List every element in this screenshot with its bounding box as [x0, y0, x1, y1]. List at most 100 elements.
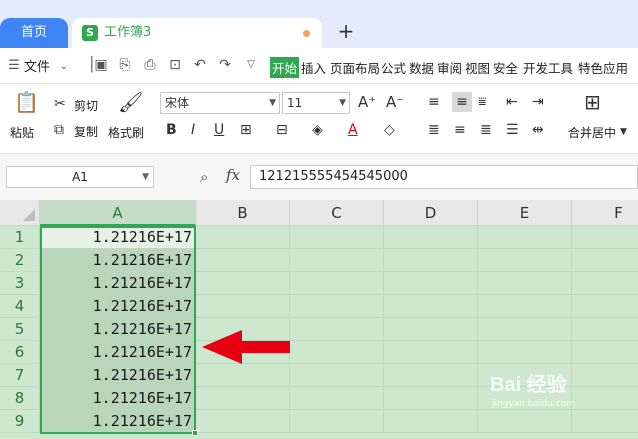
fx-icon[interactable]: fx [226, 166, 240, 184]
cell-a[interactable]: 1.21216E+17 [40, 318, 196, 341]
name-box[interactable]: A1 ▼ [6, 166, 154, 188]
hamburger-icon[interactable]: ☰ [6, 58, 22, 74]
row-header[interactable]: 4 [0, 295, 40, 318]
tab-document[interactable]: S 工作簿3 [72, 18, 322, 48]
cut-button[interactable]: 剪切 [74, 97, 98, 114]
align-right-icon[interactable]: ≣ [480, 122, 492, 138]
cell[interactable] [478, 226, 572, 249]
cell[interactable] [384, 387, 478, 410]
row-header[interactable]: 5 [0, 318, 40, 341]
cell[interactable] [290, 364, 384, 387]
scissors-icon[interactable]: ✂ [54, 96, 66, 112]
menu-formulas[interactable]: 公式 [381, 58, 406, 77]
column-header-f[interactable]: F [572, 200, 638, 226]
paste-button[interactable]: 粘贴 [10, 124, 34, 141]
cell[interactable] [290, 341, 384, 364]
font-size-select[interactable]: 11 ▼ [282, 92, 350, 114]
print-icon[interactable]: ⎙ [142, 57, 158, 73]
underline-icon[interactable]: U [214, 122, 224, 138]
row-header[interactable]: 2 [0, 249, 40, 272]
format-painter-icon[interactable]: 🖌 [118, 92, 143, 112]
cell[interactable] [196, 272, 290, 295]
row-header[interactable]: 3 [0, 272, 40, 295]
cell[interactable] [196, 410, 290, 433]
column-header-d[interactable]: D [384, 200, 478, 226]
more-icon[interactable]: ▽ [243, 57, 259, 73]
fill-handle[interactable] [192, 430, 198, 436]
print-preview-icon[interactable]: ⊡ [167, 57, 183, 73]
menu-developer[interactable]: 开发工具 [523, 58, 573, 77]
cell[interactable] [478, 318, 572, 341]
cell[interactable] [290, 272, 384, 295]
italic-icon[interactable]: I [191, 122, 195, 138]
redo-icon[interactable]: ↷ [217, 57, 233, 73]
column-header-c[interactable]: C [290, 200, 384, 226]
menu-security[interactable]: 安全 [493, 58, 518, 77]
fill-color-icon[interactable]: ◈ [312, 122, 323, 138]
cell[interactable] [290, 249, 384, 272]
save-icon[interactable]: ▣ [93, 57, 109, 73]
cell[interactable] [572, 364, 638, 387]
align-left-icon[interactable]: ≣ [428, 122, 440, 138]
cell-a[interactable]: 1.21216E+17 [40, 387, 196, 410]
cell-a[interactable]: 1.21216E+17 [40, 295, 196, 318]
cell[interactable] [290, 387, 384, 410]
cell[interactable] [384, 226, 478, 249]
merge-center-icon[interactable]: ⊞ [584, 92, 601, 112]
cell-a[interactable]: 1.21216E+17 [40, 226, 196, 249]
justify-icon[interactable]: ☰ [506, 122, 519, 138]
cell[interactable] [572, 318, 638, 341]
clear-format-icon[interactable]: ◇ [384, 122, 395, 138]
cell[interactable] [384, 364, 478, 387]
align-top-icon[interactable]: ≡ [428, 94, 440, 110]
row-header[interactable]: 7 [0, 364, 40, 387]
increase-indent-icon[interactable]: ⇥ [532, 94, 544, 110]
cell[interactable] [478, 272, 572, 295]
row-header[interactable]: 1 [0, 226, 40, 249]
new-tab-button[interactable]: + [334, 16, 358, 46]
cell-a[interactable]: 1.21216E+17 [40, 410, 196, 433]
cell[interactable] [384, 341, 478, 364]
cell[interactable] [572, 272, 638, 295]
font-name-select[interactable]: 宋体 ▼ [160, 92, 280, 114]
row-header[interactable]: 6 [0, 341, 40, 364]
cell[interactable] [196, 387, 290, 410]
increase-font-icon[interactable]: A⁺ [358, 94, 376, 110]
decrease-indent-icon[interactable]: ⇤ [506, 94, 518, 110]
cell[interactable] [384, 249, 478, 272]
decrease-font-icon[interactable]: A⁻ [386, 94, 404, 110]
align-bottom-icon[interactable]: ⩸ [478, 94, 487, 110]
column-header-e[interactable]: E [478, 200, 572, 226]
cell[interactable] [572, 410, 638, 433]
cell[interactable] [478, 295, 572, 318]
cell[interactable] [384, 318, 478, 341]
cell[interactable] [290, 226, 384, 249]
format-painter-button[interactable]: 格式刷 [108, 124, 144, 141]
cell[interactable] [572, 249, 638, 272]
menu-review[interactable]: 审阅 [437, 58, 462, 77]
chevron-down-icon[interactable]: ▼ [620, 124, 627, 140]
column-header-a[interactable]: A [40, 200, 196, 226]
cell[interactable] [196, 364, 290, 387]
menu-insert[interactable]: 插入 [301, 58, 326, 77]
zoom-icon[interactable]: ⌕ [200, 168, 208, 186]
menu-view[interactable]: 视图 [465, 58, 490, 77]
cell[interactable] [572, 387, 638, 410]
export-pdf-icon[interactable]: ⎘ [117, 57, 133, 73]
align-middle-icon[interactable]: ≡ [452, 92, 472, 112]
tab-home[interactable]: 首页 [0, 18, 68, 48]
cell[interactable] [290, 410, 384, 433]
column-header-b[interactable]: B [196, 200, 290, 226]
cell-a[interactable]: 1.21216E+17 [40, 272, 196, 295]
cell[interactable] [572, 341, 638, 364]
copy-button[interactable]: 复制 [74, 123, 98, 140]
menu-start[interactable]: 开始 [270, 57, 300, 78]
border-icon[interactable]: ⊞ [240, 122, 252, 138]
merge-center-button[interactable]: 合并居中 [568, 124, 616, 141]
undo-icon[interactable]: ↶ [192, 57, 208, 73]
cell-a[interactable]: 1.21216E+17 [40, 341, 196, 364]
cell[interactable] [384, 410, 478, 433]
cell[interactable] [290, 295, 384, 318]
chevron-down-icon[interactable]: ⌄ [56, 59, 72, 75]
font-color-icon[interactable]: A [348, 122, 358, 138]
